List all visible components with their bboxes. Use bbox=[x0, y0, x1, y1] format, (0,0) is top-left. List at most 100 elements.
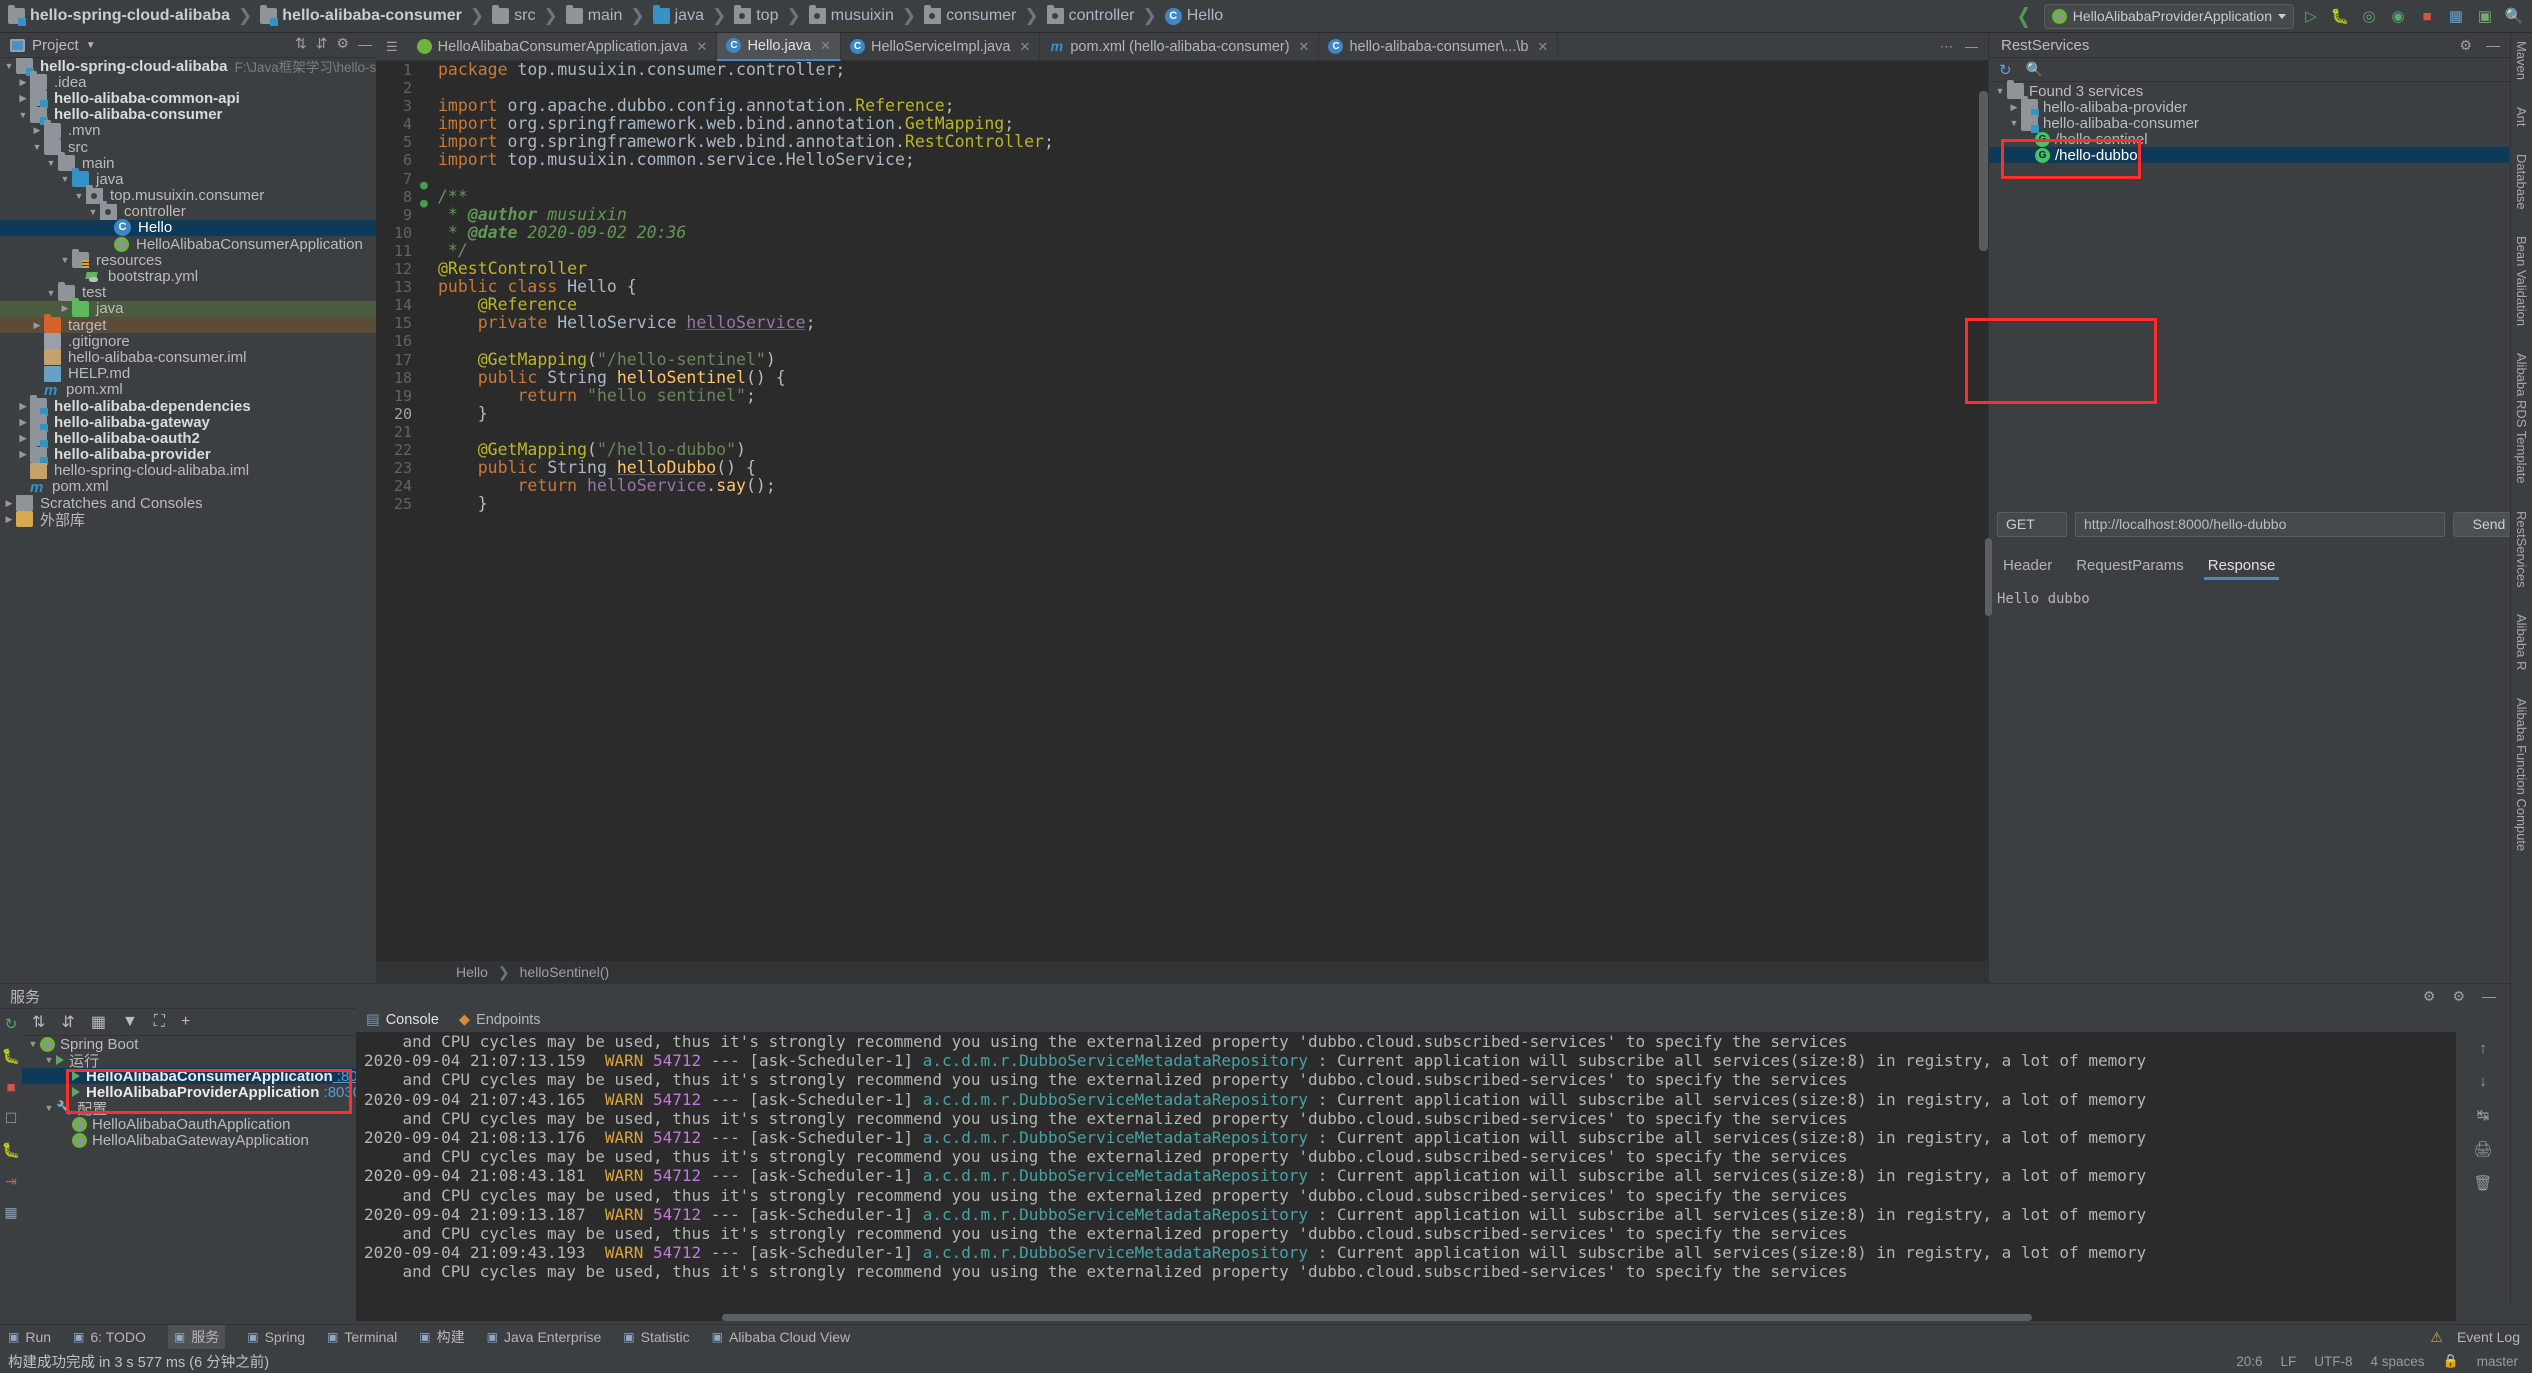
chevron-down-icon[interactable]: ▼ bbox=[26, 1039, 40, 1049]
right-strip-item-alibaba-function-compute[interactable]: Alibaba Function Compute bbox=[2514, 698, 2529, 856]
minimize-icon[interactable]: — bbox=[2482, 988, 2496, 1005]
service-tree-item[interactable]: ▶HelloAlibabaProviderApplication :8030/ bbox=[22, 1084, 365, 1101]
status-bar-item-statistic[interactable]: ▣ Statistic bbox=[623, 1329, 689, 1345]
service-tree-item[interactable]: ▶ HelloAlibabaOauthApplication bbox=[22, 1116, 356, 1133]
status-bar-item--[interactable]: ▣ 构建 bbox=[419, 1327, 464, 1347]
rest-response-tabs[interactable]: Header RequestParams Response bbox=[1989, 553, 2532, 580]
chevron-right-icon[interactable]: ▶ bbox=[16, 401, 30, 412]
chevron-right-icon[interactable]: ▶ bbox=[58, 303, 72, 314]
rest-tab-requestparams[interactable]: RequestParams bbox=[2076, 557, 2184, 574]
spring-bean-gutter-icon[interactable]: ● bbox=[420, 178, 428, 193]
breadcrumb-item-top[interactable]: top bbox=[734, 5, 778, 25]
console-tabs[interactable]: ▤ Console ◆ Endpoints bbox=[356, 1008, 2510, 1032]
status-bar-item-java-enterprise[interactable]: ▣ Java Enterprise bbox=[487, 1329, 602, 1345]
tree-item[interactable]: ▼ main bbox=[0, 152, 376, 172]
breadcrumb-item-main[interactable]: main bbox=[565, 5, 622, 25]
chevron-right-icon[interactable]: ▶ bbox=[16, 449, 30, 460]
chevron-down-icon[interactable]: ▼ bbox=[58, 174, 72, 184]
hide-icon[interactable]: — bbox=[2486, 37, 2500, 54]
project-tree[interactable]: ▼ hello-spring-cloud-alibaba F:\Java框架学习\h… bbox=[0, 58, 376, 958]
chevron-down-icon[interactable]: ▼ bbox=[2007, 118, 2021, 128]
tree-item[interactable]: ▶ 外部库 bbox=[0, 511, 376, 529]
back-chevron-icon[interactable]: ❮ bbox=[2017, 4, 2031, 29]
close-icon[interactable]: ✕ bbox=[697, 39, 708, 55]
close-icon[interactable]: ✕ bbox=[1019, 39, 1030, 55]
filter-icon[interactable]: ▼ bbox=[122, 1013, 138, 1031]
right-strip-item-maven[interactable]: Maven bbox=[2514, 41, 2529, 85]
chevron-down-icon[interactable]: ▼ bbox=[44, 158, 58, 168]
tree-item[interactable]: ▶ bootstrap.yml bbox=[0, 268, 376, 285]
encoding[interactable]: UTF-8 bbox=[2314, 1354, 2352, 1369]
console-tab-console[interactable]: ▤ Console bbox=[366, 1012, 439, 1028]
editor-tab[interactable]: Chello-alibaba-consumer\...\b ✕ bbox=[1319, 32, 1559, 61]
rest-tab-header[interactable]: Header bbox=[2003, 557, 2052, 574]
services-tree[interactable]: ▼Spring Boot▼运行▶HelloAlibabaConsumerAppl… bbox=[22, 1036, 379, 1322]
rest-service-item[interactable]: ▼ Found 3 services bbox=[1989, 80, 2509, 100]
chevron-down-icon[interactable]: ▼ bbox=[16, 110, 30, 120]
chevron-down-icon[interactable]: ▼ bbox=[42, 1055, 56, 1065]
chevron-right-icon[interactable]: ▶ bbox=[16, 93, 30, 104]
rest-service-item[interactable]: ▶ hello-alibaba-provider bbox=[1989, 96, 2509, 117]
line-separator[interactable]: LF bbox=[2280, 1354, 2296, 1369]
tree-item[interactable]: ▶ java bbox=[0, 297, 376, 317]
editor-tab[interactable]: C Hello.java ✕ bbox=[717, 32, 842, 61]
tree-item[interactable]: ▶m pom.xml bbox=[0, 381, 376, 399]
chevron-down-icon[interactable]: ▼ bbox=[42, 1103, 56, 1113]
rest-service-item[interactable]: ▼ hello-alibaba-consumer bbox=[1989, 112, 2509, 133]
service-tree-item[interactable]: ▶HelloAlibabaConsumerApplication :8000/ bbox=[22, 1068, 379, 1085]
chevron-down-icon[interactable]: ▼ bbox=[86, 207, 100, 217]
status-bar-item--[interactable]: ▣ 服务 bbox=[167, 1325, 226, 1349]
tree-item[interactable]: ▶ hello-alibaba-common-api bbox=[0, 87, 376, 109]
chevron-right-icon[interactable]: ▶ bbox=[16, 433, 30, 444]
collapse-icon[interactable]: ⇅ bbox=[32, 1012, 45, 1032]
close-icon[interactable]: ✕ bbox=[1537, 39, 1548, 55]
breadcrumb-item-musuixin[interactable]: musuixin bbox=[808, 5, 894, 25]
chevron-down-icon[interactable]: ▼ bbox=[72, 191, 86, 201]
request-url-input[interactable]: http://localhost:8000/hello-dubbo bbox=[2075, 511, 2445, 537]
right-strip-item-alibaba-r[interactable]: Alibaba R bbox=[2514, 614, 2529, 675]
spring-bean-gutter-icon[interactable]: ● bbox=[420, 196, 428, 211]
search-icon[interactable]: 🔍 bbox=[2026, 61, 2043, 78]
right-strip-item-bean-validation[interactable]: Bean Validation bbox=[2514, 236, 2529, 331]
rest-services-tree[interactable]: ▼ Found 3 services ▶ hello-alibaba-provider… bbox=[1989, 80, 2509, 313]
rest-service-item[interactable]: ▶G/hello-dubbo bbox=[1989, 147, 2509, 164]
build-project-icon[interactable]: ▦ bbox=[2444, 4, 2468, 28]
http-method-select[interactable]: GET bbox=[1997, 511, 2067, 537]
search-everywhere-icon[interactable]: 🔍 bbox=[2502, 4, 2526, 28]
chevron-right-icon[interactable]: ▶ bbox=[30, 320, 44, 331]
editor-footer-crumb[interactable]: Hello bbox=[456, 964, 488, 980]
editor-tab[interactable]: m pom.xml (hello-alibaba-consumer) ✕ bbox=[1040, 32, 1320, 61]
print-icon[interactable]: 🖨 bbox=[2473, 1140, 2492, 1158]
import-icon[interactable]: ⇥ bbox=[5, 1173, 17, 1190]
close-icon[interactable]: ✕ bbox=[1299, 39, 1310, 55]
breadcrumb-item-hello-alibaba-consumer[interactable]: hello-alibaba-consumer bbox=[260, 5, 462, 26]
status-bar-item-terminal[interactable]: ▣ Terminal bbox=[327, 1329, 397, 1345]
debug-icon[interactable]: 🐛 bbox=[2328, 4, 2352, 28]
run-configuration-selector[interactable]: HelloAlibabaProviderApplication bbox=[2043, 3, 2294, 29]
chevron-right-icon[interactable]: ▶ bbox=[2, 498, 16, 509]
status-bar-item-spring[interactable]: ▣ Spring bbox=[247, 1329, 305, 1345]
hide-icon[interactable]: — bbox=[1965, 39, 1978, 54]
event-log-label[interactable]: Event Log bbox=[2457, 1329, 2520, 1345]
service-tree-item[interactable]: ▼ 🔧 配置 bbox=[22, 1100, 356, 1118]
expand-icon[interactable]: ⇵ bbox=[61, 1012, 74, 1032]
layout-icon[interactable]: ▦ bbox=[4, 1204, 17, 1221]
settings-icon[interactable]: ⚙ bbox=[2459, 37, 2472, 54]
settings-icon[interactable]: ⚙ bbox=[336, 35, 349, 52]
editor-tab[interactable]: HelloAlibabaConsumerApplication.java ✕ bbox=[408, 32, 718, 61]
tree-item[interactable]: ▶ .mvn bbox=[0, 119, 376, 139]
refresh-icon[interactable]: ↻ bbox=[1999, 61, 2012, 79]
right-strip-item-alibaba-rds-template[interactable]: Alibaba RDS Template bbox=[2514, 353, 2529, 489]
console-horizontal-scrollbar[interactable] bbox=[722, 1314, 2032, 1321]
tree-item[interactable]: ▶ hello-alibaba-consumer.iml bbox=[0, 349, 376, 366]
rerun-icon[interactable]: ↻ bbox=[5, 1015, 18, 1033]
chevron-right-icon[interactable]: ▶ bbox=[30, 125, 44, 136]
chevron-down-icon[interactable]: ▼ bbox=[30, 142, 44, 152]
right-strip-item-restservices[interactable]: RestServices bbox=[2514, 511, 2529, 593]
editor-footer-crumb[interactable]: helloSentinel() bbox=[520, 964, 610, 980]
soft-wrap-icon[interactable]: ↹ bbox=[2477, 1106, 2490, 1124]
tree-item[interactable]: ▶m pom.xml bbox=[0, 478, 376, 496]
tree-item[interactable]: ▶ HELP.md bbox=[0, 365, 376, 382]
caret-position[interactable]: 20:6 bbox=[2236, 1354, 2262, 1369]
breadcrumb-item-src[interactable]: src bbox=[492, 5, 535, 25]
